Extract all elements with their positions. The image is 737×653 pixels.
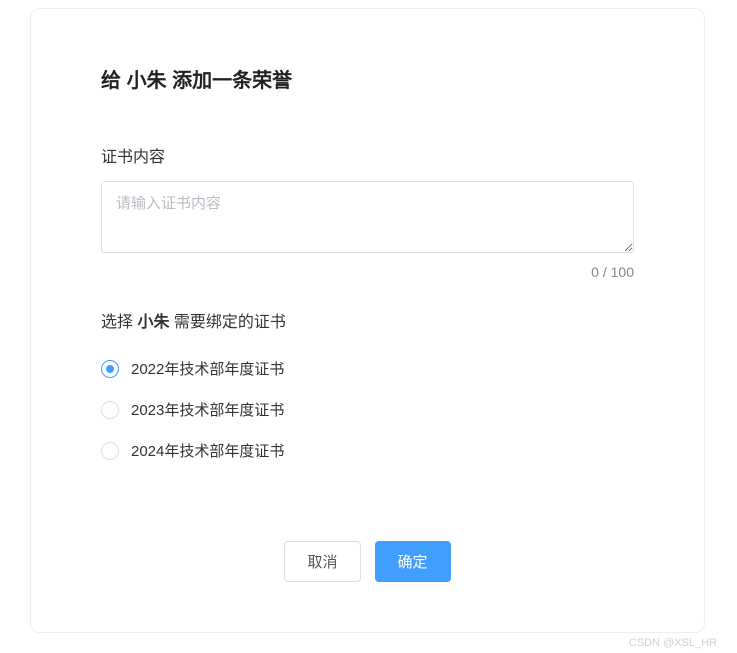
certificate-option-1[interactable]: 2023年技术部年度证书	[101, 399, 634, 420]
certificate-option-0[interactable]: 2022年技术部年度证书	[101, 358, 634, 379]
content-textarea[interactable]	[101, 181, 634, 253]
select-label: 选择 小朱 需要绑定的证书	[101, 308, 634, 332]
radio-icon	[101, 360, 119, 378]
certificate-option-2[interactable]: 2024年技术部年度证书	[101, 440, 634, 461]
watermark: CSDN @XSL_HR	[629, 637, 717, 649]
select-suffix: 需要绑定的证书	[169, 314, 285, 331]
certificate-radio-list: 2022年技术部年度证书 2023年技术部年度证书 2024年技术部年度证书	[101, 358, 634, 461]
honor-dialog: 给 小朱 添加一条荣誉 证书内容 0 / 100 选择 小朱 需要绑定的证书 2…	[30, 8, 705, 633]
dialog-footer: 取消 确定	[101, 541, 634, 592]
radio-label: 2024年技术部年度证书	[131, 440, 284, 461]
radio-label: 2023年技术部年度证书	[131, 399, 284, 420]
title-suffix: 添加一条荣誉	[167, 70, 293, 92]
char-counter: 0 / 100	[101, 264, 634, 280]
select-name: 小朱	[137, 314, 169, 331]
dialog-title: 给 小朱 添加一条荣誉	[101, 64, 634, 93]
content-field-wrap: 0 / 100	[101, 181, 634, 280]
title-prefix: 给	[101, 70, 127, 92]
radio-label: 2022年技术部年度证书	[131, 358, 284, 379]
confirm-button[interactable]: 确定	[375, 541, 451, 582]
cancel-button[interactable]: 取消	[284, 541, 360, 582]
select-prefix: 选择	[101, 314, 137, 331]
title-name: 小朱	[127, 70, 167, 92]
radio-icon	[101, 401, 119, 419]
radio-icon	[101, 442, 119, 460]
content-label: 证书内容	[101, 143, 634, 167]
